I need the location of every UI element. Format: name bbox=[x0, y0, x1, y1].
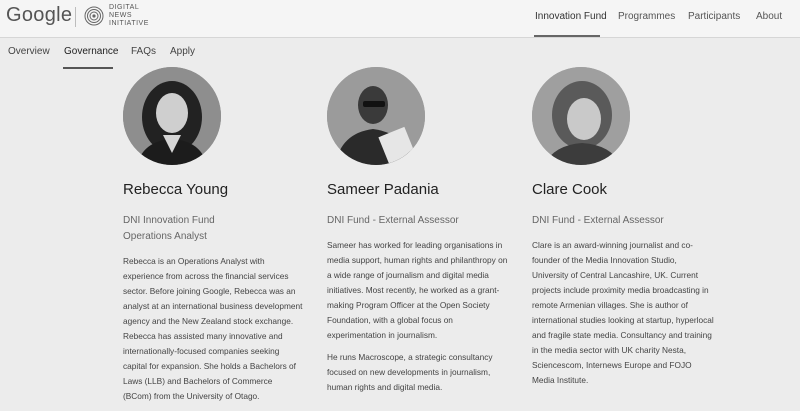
role-line: DNI Fund - External Assessor bbox=[327, 215, 459, 226]
role-line: DNI Fund - External Assessor bbox=[532, 215, 664, 226]
person-role: DNI Fund - External Assessor bbox=[532, 213, 664, 229]
top-header: Google DIGITAL NEWS INITIATIVE Innovatio… bbox=[0, 0, 800, 38]
portrait-image bbox=[327, 67, 425, 165]
person-name: Rebecca Young bbox=[123, 181, 229, 198]
nav-innovation-fund[interactable]: Innovation Fund bbox=[535, 11, 607, 22]
person-name: Clare Cook bbox=[532, 181, 608, 198]
bio-paragraph: He runs Macroscope, a strategic consulta… bbox=[327, 352, 493, 392]
subnav-apply[interactable]: Apply bbox=[170, 46, 195, 57]
bio-paragraph: Sameer has worked for leading organisati… bbox=[327, 240, 508, 340]
person-role: DNI Innovation Fund Operations Analyst bbox=[123, 213, 215, 245]
person-bio: Sameer has worked for leading organisati… bbox=[327, 238, 509, 402]
person-bio: Rebecca is an Operations Analyst with ex… bbox=[123, 254, 303, 411]
nav-about[interactable]: About bbox=[756, 11, 782, 22]
nav-participants[interactable]: Participants bbox=[688, 11, 740, 22]
role-line: DNI Innovation Fund bbox=[123, 215, 215, 226]
bio-paragraph: Clare is an award-winning journalist and… bbox=[532, 240, 714, 385]
avatar-clare-cook bbox=[532, 67, 630, 165]
subnav-faqs[interactable]: FAQs bbox=[131, 46, 156, 57]
bio-paragraph: Rebecca is an Operations Analyst with ex… bbox=[123, 256, 303, 401]
person-bio: Clare is an award-winning journalist and… bbox=[532, 238, 714, 395]
nav-active-indicator bbox=[534, 35, 600, 37]
nav-programmes[interactable]: Programmes bbox=[618, 11, 675, 22]
role-line: Operations Analyst bbox=[123, 231, 207, 242]
subnav-overview[interactable]: Overview bbox=[8, 46, 50, 57]
main-nav: Innovation Fund Programmes Participants … bbox=[0, 0, 800, 37]
subnav-governance[interactable]: Governance bbox=[64, 46, 118, 57]
avatar-rebecca-young bbox=[123, 67, 221, 165]
subnav-active-indicator bbox=[63, 67, 113, 69]
portrait-image bbox=[123, 67, 221, 165]
avatar-sameer-padania bbox=[327, 67, 425, 165]
person-role: DNI Fund - External Assessor bbox=[327, 213, 459, 229]
person-name: Sameer Padania bbox=[327, 181, 439, 198]
portrait-image bbox=[532, 67, 630, 165]
sub-nav: Overview Governance FAQs Apply bbox=[0, 38, 800, 70]
